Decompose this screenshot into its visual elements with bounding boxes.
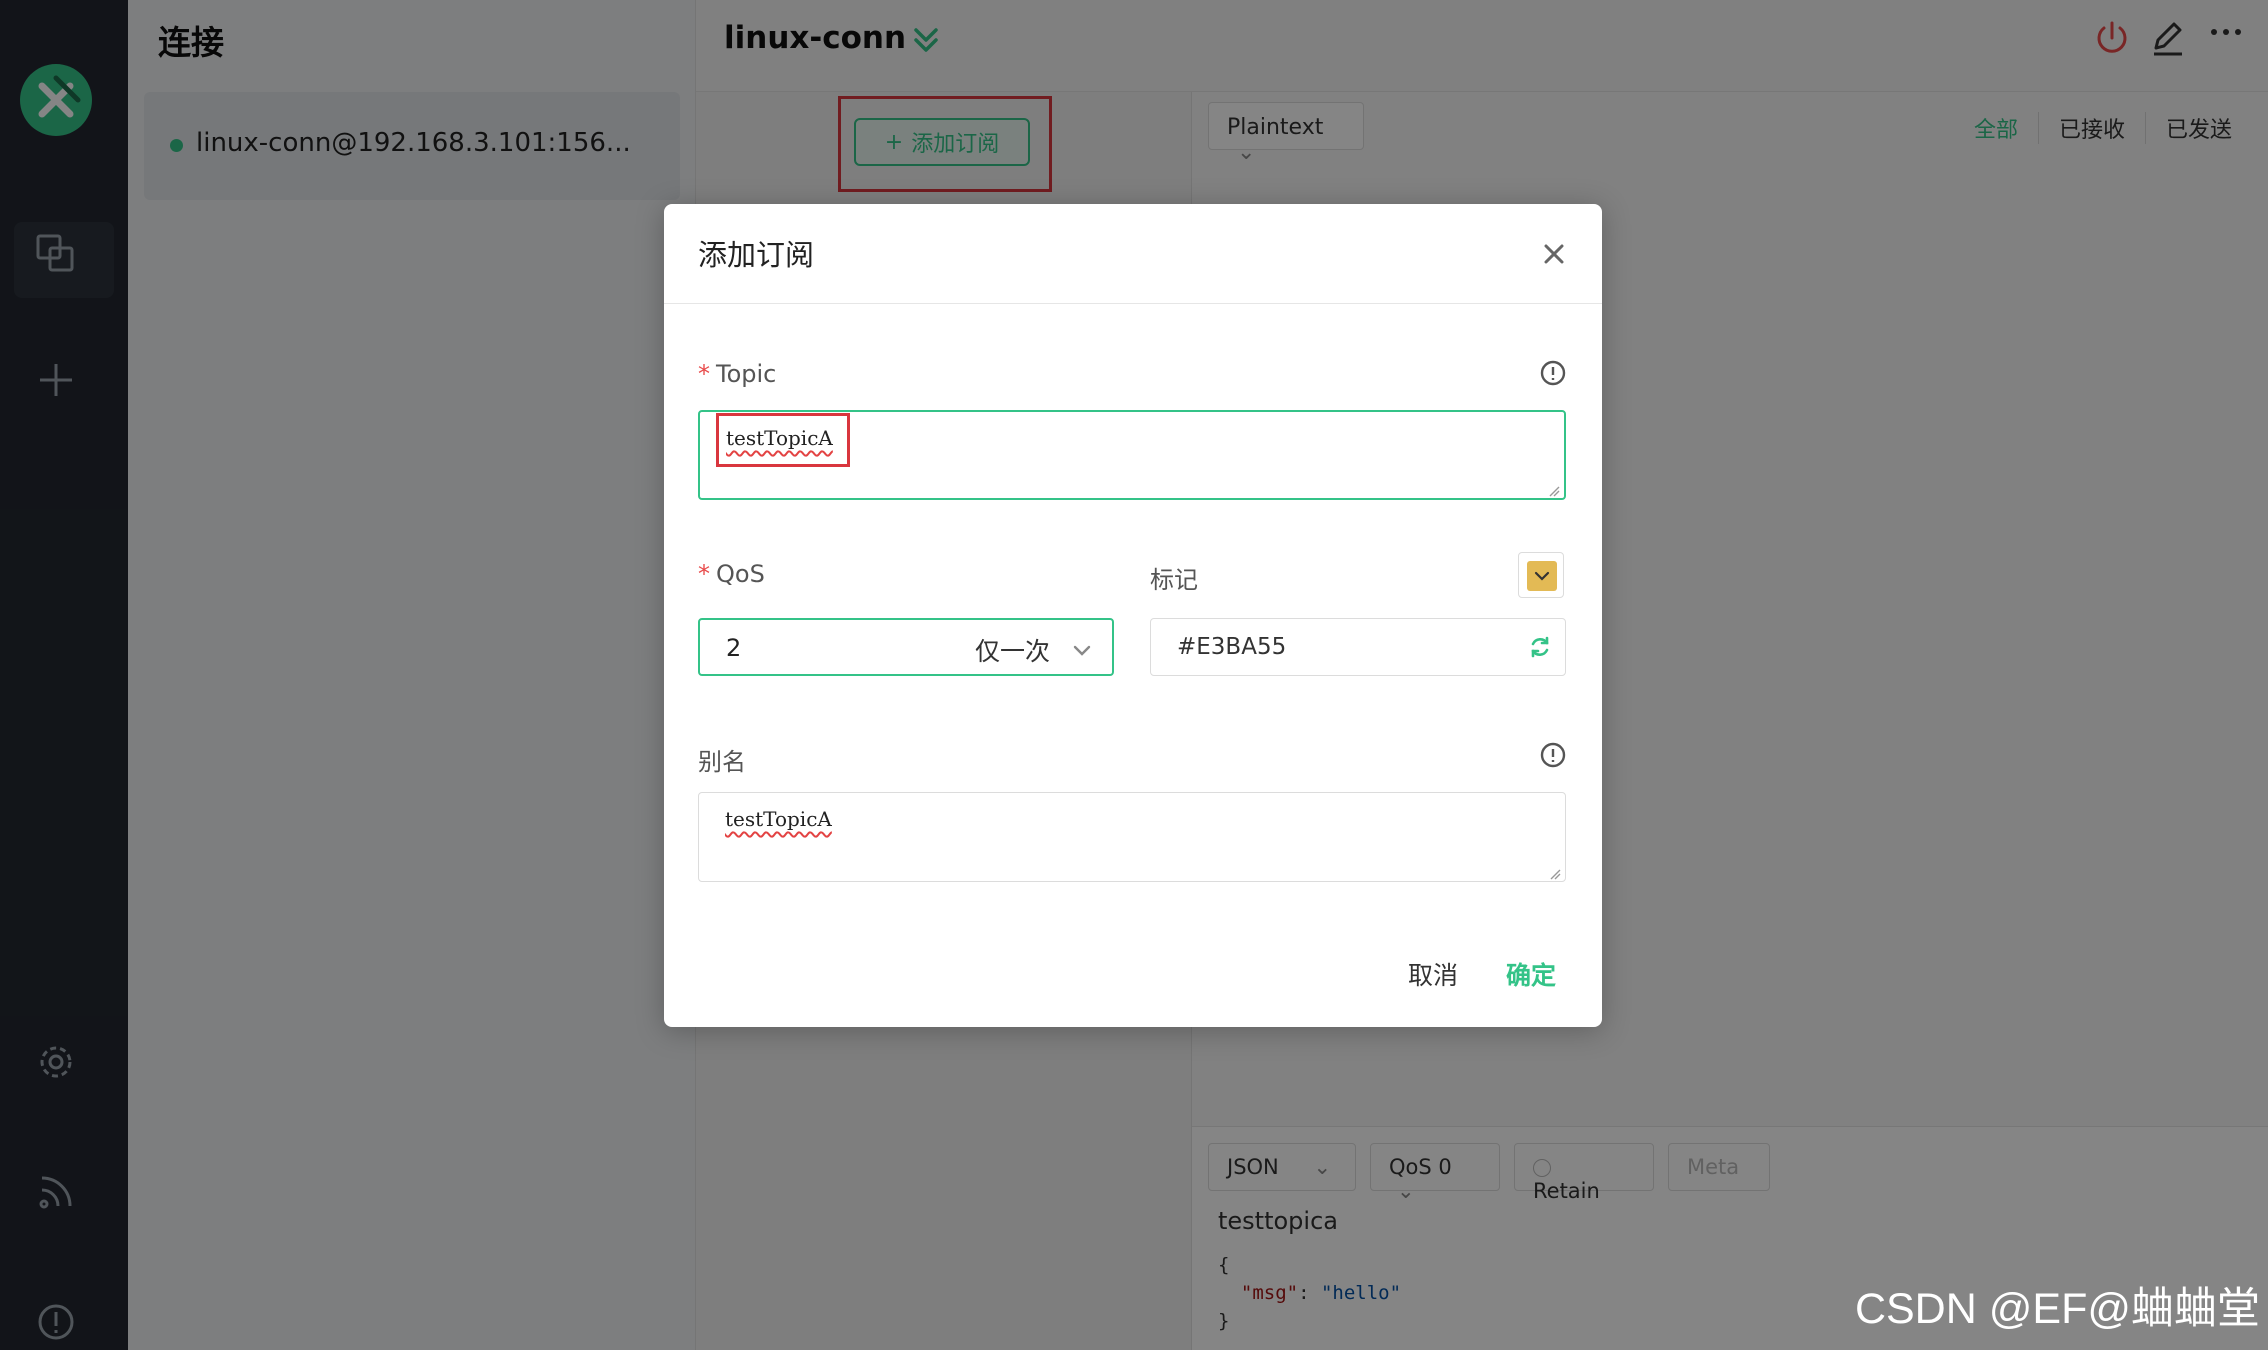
qos-select-description: 仅一次	[974, 637, 1050, 666]
topic-info-icon[interactable]	[1538, 358, 1568, 388]
resize-handle-icon[interactable]	[1549, 865, 1561, 880]
close-icon[interactable]	[1536, 236, 1572, 272]
confirm-button[interactable]: 确定	[1506, 956, 1556, 992]
refresh-icon[interactable]	[1527, 634, 1553, 660]
cancel-button[interactable]: 取消	[1408, 956, 1458, 992]
alias-input[interactable]: testTopicA	[698, 792, 1566, 882]
qos-select-value: 2	[726, 634, 742, 662]
required-mark: *	[698, 360, 710, 388]
resize-handle-icon[interactable]	[1548, 482, 1560, 497]
qos-field-label: * QoS	[698, 560, 765, 588]
qos-select[interactable]: 2 仅一次	[698, 618, 1114, 676]
topic-field-label: * Topic	[698, 360, 776, 388]
alias-input-value: testTopicA	[725, 807, 832, 831]
annotation-highlight-topic	[716, 413, 850, 467]
dialog-header: 添加订阅	[664, 204, 1602, 304]
alias-info-icon[interactable]	[1538, 740, 1568, 770]
required-mark: *	[698, 560, 710, 588]
watermark: CSDN @EF@蛐蛐堂	[1854, 1285, 2260, 1333]
topic-label-text: Topic	[716, 360, 777, 388]
color-input-value: #E3BA55	[1177, 634, 1287, 660]
chevron-down-icon	[1070, 638, 1094, 662]
color-input[interactable]: #E3BA55	[1150, 618, 1566, 676]
alias-field-label: 别名	[698, 748, 746, 776]
color-picker-button[interactable]	[1518, 552, 1564, 598]
dialog-title: 添加订阅	[698, 238, 815, 272]
color-swatch-chevron-icon	[1527, 561, 1557, 591]
add-subscription-dialog: 添加订阅 * Topic testTopicA * QoS 2 仅一次 标记 #E3…	[664, 204, 1602, 1027]
color-swatch	[1527, 561, 1557, 591]
qos-label-text: QoS	[716, 560, 765, 588]
color-field-label: 标记	[1150, 566, 1198, 594]
